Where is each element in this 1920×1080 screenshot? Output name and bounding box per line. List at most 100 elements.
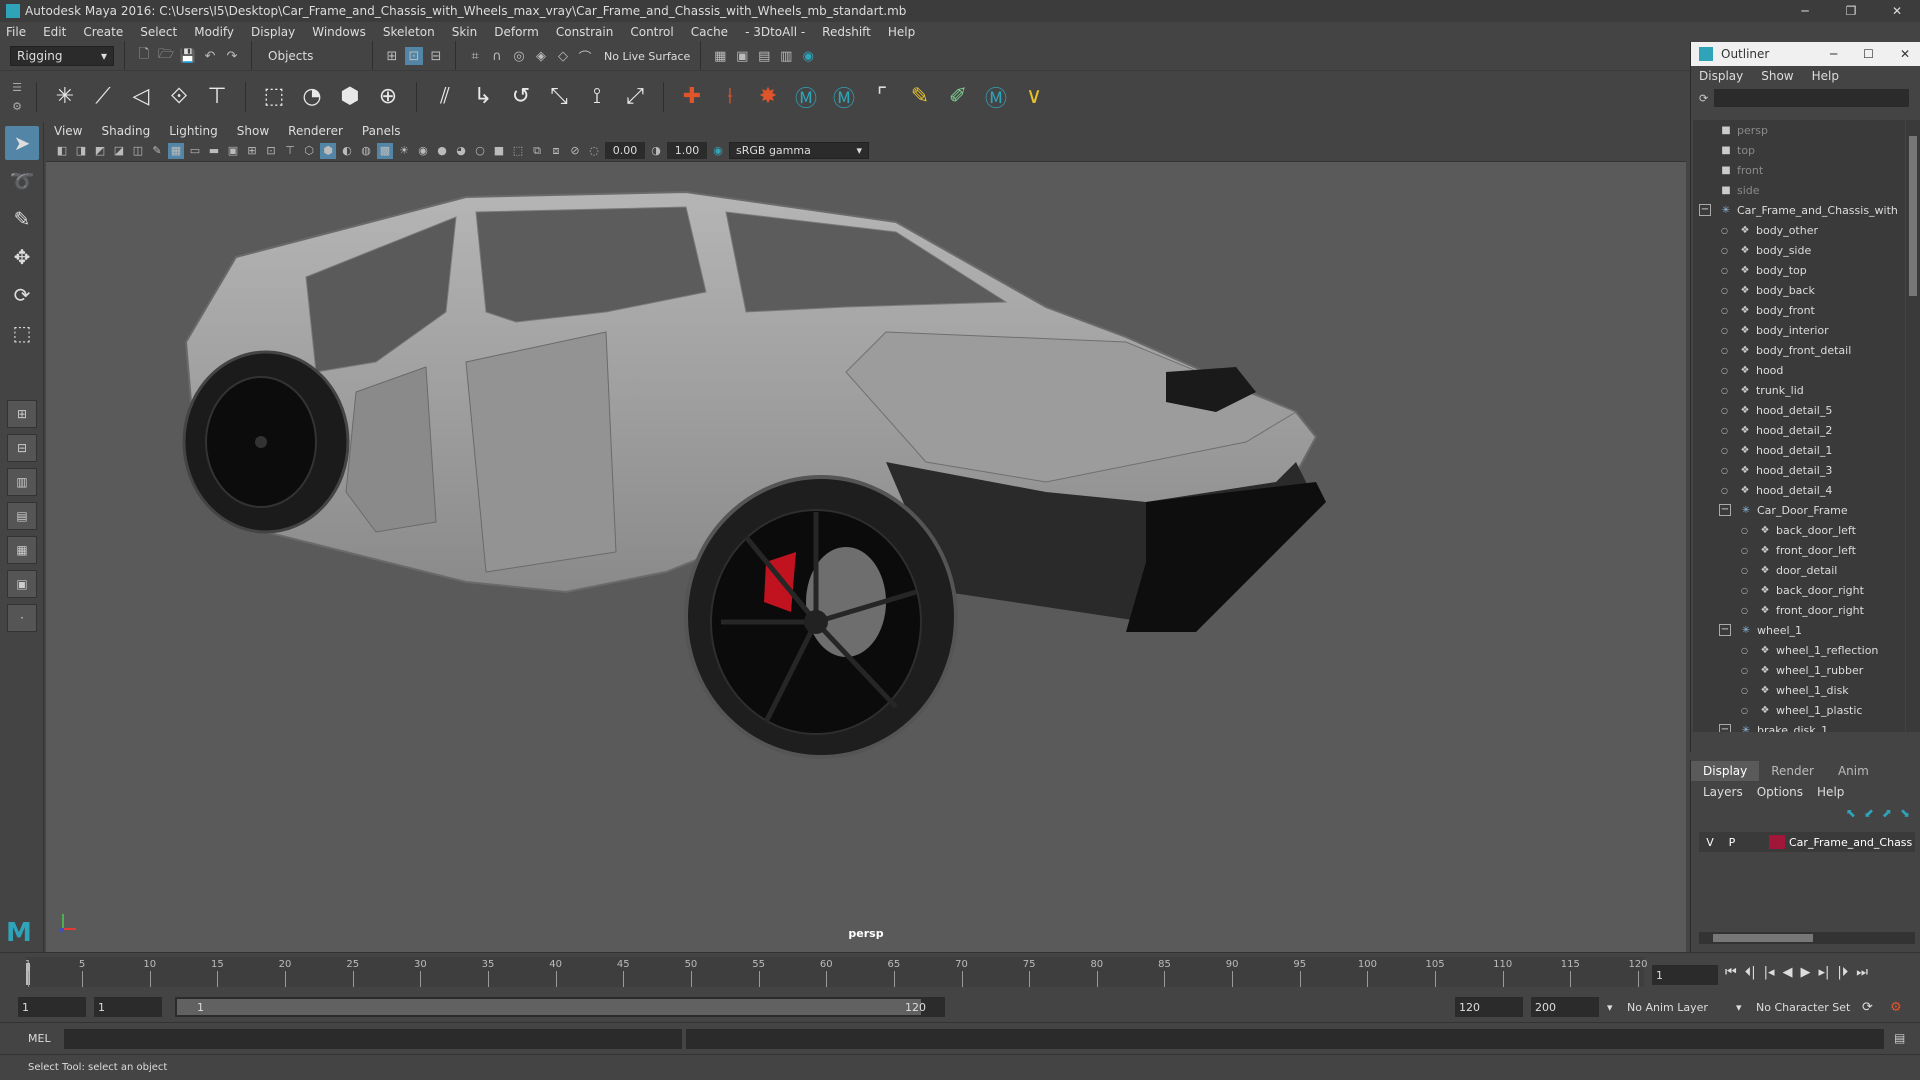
outliner-item[interactable]: − ✳ Car_Frame_and_Chassis_with xyxy=(1693,200,1905,220)
motion-blur-icon[interactable]: ◕ xyxy=(453,143,469,159)
snap-surface-icon[interactable]: ◇ xyxy=(554,47,572,65)
go-to-start-icon[interactable]: ⏮ xyxy=(1725,965,1737,980)
outliner-item[interactable]: ○ ❖ body_front xyxy=(1693,300,1905,320)
collapse-icon[interactable]: − xyxy=(1719,724,1731,732)
vp-menu-lighting[interactable]: Lighting xyxy=(169,124,218,138)
outliner-item[interactable]: ■ front xyxy=(1693,160,1905,180)
lasso-tool-icon[interactable]: ➰ xyxy=(5,164,39,198)
command-input[interactable] xyxy=(64,1029,682,1049)
menu-display[interactable]: Display xyxy=(251,25,295,39)
outliner-item[interactable]: ○ ❖ hood_detail_4 xyxy=(1693,480,1905,500)
multisample-aa-icon[interactable]: ○ xyxy=(472,143,488,159)
step-back-frame-icon[interactable]: ⏴| xyxy=(1745,965,1756,980)
shelf-tab-icon[interactable]: ☰ xyxy=(12,81,22,94)
menu-file[interactable]: File xyxy=(6,25,26,39)
command-language-label[interactable]: MEL xyxy=(28,1032,51,1045)
orient-constraint-icon[interactable]: ↺ xyxy=(505,81,537,113)
select-object-icon[interactable]: ⊡ xyxy=(405,47,423,65)
bookmark-icon[interactable]: ◩ xyxy=(92,143,108,159)
outliner-item[interactable]: ○ ❖ wheel_1_disk xyxy=(1693,680,1905,700)
ik-spline-icon[interactable]: ◁ xyxy=(125,81,157,113)
animation-end-field[interactable]: 200 xyxy=(1531,997,1599,1017)
xray-icon[interactable]: ⧉ xyxy=(529,143,545,159)
create-locator-icon[interactable]: ⊤ xyxy=(201,81,233,113)
pole-vector-icon[interactable]: ⤢ xyxy=(619,81,651,113)
wireframe-icon[interactable]: ⬡ xyxy=(301,143,317,159)
hypershade-icon[interactable]: ◉ xyxy=(799,47,817,65)
render-settings-icon[interactable]: ▦ xyxy=(711,47,729,65)
outliner-item[interactable]: ○ ❖ trunk_lid xyxy=(1693,380,1905,400)
auto-key-icon[interactable]: ⟳ xyxy=(1862,997,1873,1017)
menu-control[interactable]: Control xyxy=(630,25,673,39)
menu-modify[interactable]: Modify xyxy=(194,25,234,39)
viewport-persp[interactable]: persp xyxy=(46,162,1686,952)
grease-pencil-icon[interactable]: ✎ xyxy=(149,143,165,159)
menu-3dtoall[interactable]: - 3DtoAll - xyxy=(745,25,805,39)
outliner-item[interactable]: ○ ❖ wheel_1_rubber xyxy=(1693,660,1905,680)
chevron-down-icon[interactable]: ▾ xyxy=(1736,997,1742,1017)
outliner-menu-help[interactable]: Help xyxy=(1812,69,1839,83)
outliner-item[interactable]: ○ ❖ hood_detail_5 xyxy=(1693,400,1905,420)
snap-view-plane-icon[interactable]: ◈ xyxy=(532,47,550,65)
vp-menu-view[interactable]: View xyxy=(54,124,82,138)
go-to-end-icon[interactable]: ⏭ xyxy=(1856,965,1868,980)
outliner-item[interactable]: ○ ❖ hood_detail_3 xyxy=(1693,460,1905,480)
paint-select-tool-icon[interactable]: ✎ xyxy=(5,202,39,236)
snap-grid-icon[interactable]: ⌗ xyxy=(466,47,484,65)
outliner-item[interactable]: ○ ❖ door_detail xyxy=(1693,560,1905,580)
playback-start-field[interactable]: 1 xyxy=(94,997,162,1017)
persp-graph-icon[interactable]: ▦ xyxy=(7,536,37,564)
use-all-lights-icon[interactable]: ☀ xyxy=(396,143,412,159)
safe-title-icon[interactable]: ⊤ xyxy=(282,143,298,159)
cluster-icon[interactable]: ⊕ xyxy=(372,81,404,113)
maximize-button[interactable]: ❐ xyxy=(1828,0,1874,22)
tab-render[interactable]: Render xyxy=(1759,761,1826,781)
menu-deform[interactable]: Deform xyxy=(494,25,539,39)
xray-active-icon[interactable]: ⧈ xyxy=(548,143,564,159)
outliner-item[interactable]: ○ ❖ wheel_1_reflection xyxy=(1693,640,1905,660)
four-view-icon[interactable]: ⊟ xyxy=(7,434,37,462)
joint-tool-icon[interactable]: ✳ xyxy=(49,81,81,113)
outliner-item[interactable]: ○ ❖ body_top xyxy=(1693,260,1905,280)
rotate-tool-icon[interactable]: ⟳ xyxy=(5,278,39,312)
step-forward-frame-icon[interactable]: |⏵ xyxy=(1837,965,1848,980)
outliner-item[interactable]: ○ ❖ hood_detail_2 xyxy=(1693,420,1905,440)
depth-of-field-icon[interactable]: ■ xyxy=(491,143,507,159)
open-scene-icon[interactable]: 🗁 xyxy=(157,47,175,65)
paint-tool-icon[interactable]: ✐ xyxy=(942,81,974,113)
play-backward-icon[interactable]: ◀ xyxy=(1783,965,1793,980)
live-surface-icon[interactable]: ⌒ xyxy=(576,47,594,66)
filter-icon[interactable]: ⟳ xyxy=(1699,92,1708,105)
textured-icon[interactable]: ▩ xyxy=(377,142,393,159)
lattice-icon[interactable]: ⬢ xyxy=(334,81,366,113)
outliner-list[interactable]: ■ persp ■ top ■ front ■ side − ✳ Car_Frame_and_Cha… xyxy=(1693,120,1905,732)
menu-skin[interactable]: Skin xyxy=(452,25,478,39)
vp-menu-renderer[interactable]: Renderer xyxy=(288,124,343,138)
outliner-item[interactable]: ■ side xyxy=(1693,180,1905,200)
collapse-icon[interactable]: − xyxy=(1719,624,1731,636)
gear-icon[interactable]: ⚙ xyxy=(12,100,22,113)
undo-icon[interactable]: ↶ xyxy=(201,47,219,65)
outliner-scrollbar[interactable] xyxy=(1906,120,1920,732)
playback-end-field[interactable]: 120 xyxy=(1455,997,1523,1017)
outliner-item[interactable]: − ✳ brake_disk_1 xyxy=(1693,720,1905,732)
persp-outliner-icon[interactable]: ▤ xyxy=(7,502,37,530)
outliner-item[interactable]: ■ persp xyxy=(1693,120,1905,140)
menu-windows[interactable]: Windows xyxy=(312,25,366,39)
layer-row[interactable]: V P Car_Frame_and_Chass xyxy=(1699,832,1915,852)
move-layer-up-icon[interactable]: ⬉ xyxy=(1846,806,1856,820)
collapse-icon[interactable]: − xyxy=(1719,504,1731,516)
key-translate-icon[interactable]: ⟊ xyxy=(714,81,746,113)
resolution-gate-icon[interactable]: ▬ xyxy=(206,143,222,159)
key-rotate-icon[interactable]: ✸ xyxy=(752,81,784,113)
outliner-item[interactable]: − ✳ wheel_1 xyxy=(1693,620,1905,640)
preferences-icon[interactable]: ⚙ xyxy=(1890,997,1902,1017)
select-hierarchy-icon[interactable]: ⊞ xyxy=(383,47,401,65)
layer-menu-options[interactable]: Options xyxy=(1757,785,1803,799)
screen-space-ao-icon[interactable]: ● xyxy=(434,143,450,159)
render-current-icon[interactable]: ▣ xyxy=(733,47,751,65)
vp-menu-shading[interactable]: Shading xyxy=(101,124,150,138)
outliner-item[interactable]: ○ ❖ front_door_right xyxy=(1693,600,1905,620)
outliner-item[interactable]: ○ ❖ back_door_right xyxy=(1693,580,1905,600)
outliner-item[interactable]: ○ ❖ body_interior xyxy=(1693,320,1905,340)
